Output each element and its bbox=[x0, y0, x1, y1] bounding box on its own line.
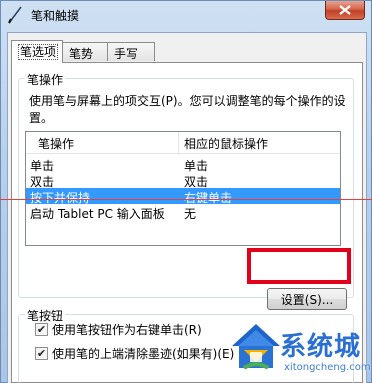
close-icon bbox=[339, 5, 351, 15]
red-highlight-box bbox=[247, 248, 351, 284]
list-row[interactable]: 双击 双击 bbox=[26, 172, 340, 189]
column-header-mouse-action[interactable]: 相应的鼠标操作 bbox=[184, 135, 268, 152]
tab-handwriting[interactable]: 手写 bbox=[107, 42, 155, 61]
watermark-url: xitongcheng.com bbox=[284, 362, 371, 373]
pen-actions-description: 使用笔与屏幕上的项交互(P)。您可以调整笔的每个操作的设置。 bbox=[29, 94, 346, 125]
checkbox[interactable]: ✔ bbox=[35, 346, 48, 360]
list-row[interactable]: 单击 单击 bbox=[26, 156, 340, 173]
list-row[interactable]: 启动 Tablet PC 输入面板 无 bbox=[26, 204, 340, 221]
tab-pen-options[interactable]: 笔选项 bbox=[11, 40, 63, 63]
tab-flicks[interactable]: 笔势 bbox=[62, 42, 108, 61]
watermark-brand: 系统城 bbox=[280, 332, 362, 362]
red-annotation-line bbox=[0, 199, 372, 200]
checkbox-eraser[interactable]: ✔ 使用笔的上端清除墨迹(如果有)(E) bbox=[35, 345, 234, 361]
list-header: 笔操作 相应的鼠标操作 bbox=[26, 132, 340, 154]
checkbox[interactable]: ✔ bbox=[35, 322, 48, 336]
checkbox-right-click[interactable]: ✔ 使用笔按钮作为右键单击(R) bbox=[35, 321, 202, 337]
close-button[interactable] bbox=[325, 1, 365, 20]
watermark: 系统城 xitongcheng.com bbox=[228, 318, 372, 383]
row-mouse-action: 无 bbox=[184, 207, 197, 221]
checkbox-label: 使用笔按钮作为右键单击(R) bbox=[52, 322, 202, 337]
column-separator[interactable] bbox=[178, 132, 179, 154]
settings-button[interactable]: 设置(S)... bbox=[267, 288, 347, 310]
house-logo-icon bbox=[232, 324, 280, 370]
pen-actions-list[interactable]: 笔操作 相应的鼠标操作 单击 单击 双击 双击 按下并保持 右键单击 启动 Ta… bbox=[25, 131, 341, 246]
title-bar[interactable]: 笔和触摸 bbox=[1, 1, 371, 31]
column-header-pen-action[interactable]: 笔操作 bbox=[38, 135, 74, 152]
tab-label: 笔选项 bbox=[18, 44, 59, 60]
window-title: 笔和触摸 bbox=[31, 9, 80, 23]
list-row-selected[interactable]: 按下并保持 右键单击 bbox=[26, 188, 340, 205]
group-title: 笔操作 bbox=[25, 71, 66, 88]
tab-label: 笔势 bbox=[69, 47, 94, 61]
row-action: 启动 Tablet PC 输入面板 bbox=[30, 207, 165, 221]
tab-label: 手写 bbox=[114, 47, 139, 61]
checkbox-label: 使用笔的上端清除墨迹(如果有)(E) bbox=[52, 346, 235, 361]
pen-icon bbox=[7, 6, 23, 24]
